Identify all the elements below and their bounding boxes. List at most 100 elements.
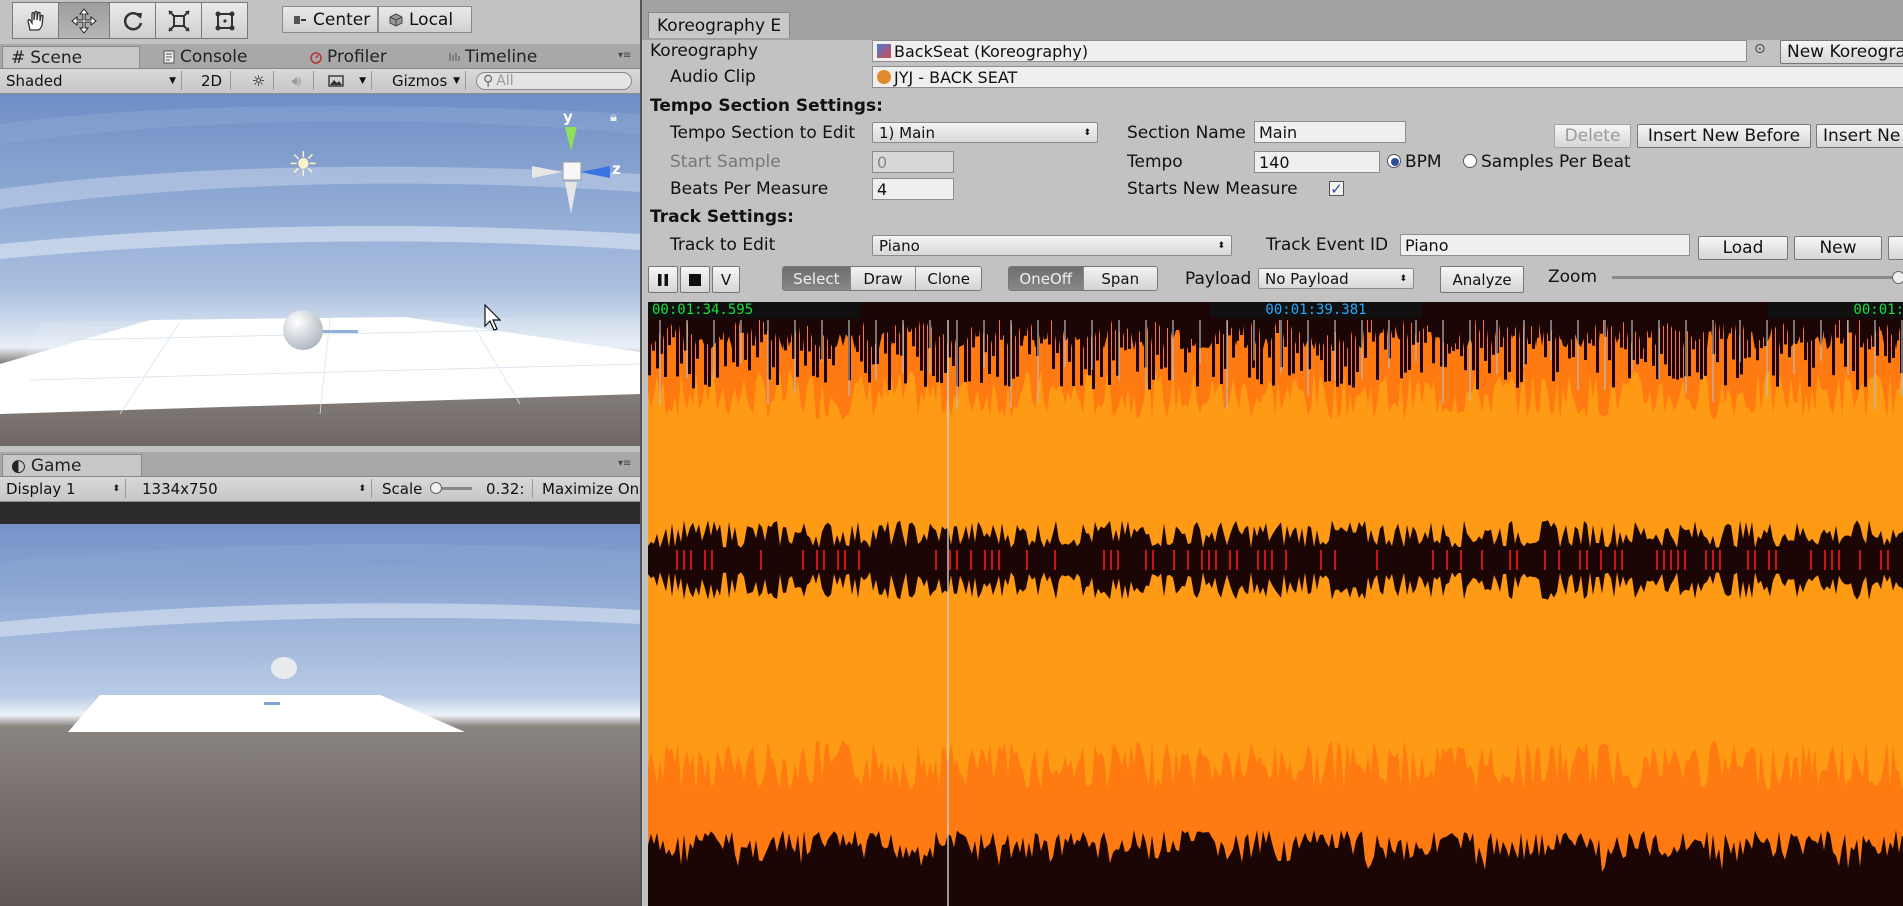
analyze-button[interactable]: Analyze xyxy=(1440,266,1524,293)
new-koreography-button[interactable]: New Koreogra xyxy=(1780,40,1903,64)
delete-section-button[interactable]: Delete xyxy=(1554,124,1631,148)
waveform-graphic[interactable] xyxy=(648,320,1903,906)
rect-icon xyxy=(213,9,237,33)
tab-game[interactable]: ◐ Game xyxy=(2,454,142,476)
pane-menu-icon[interactable]: ▾≡ xyxy=(618,50,631,61)
gizmos-dropdown[interactable]: Gizmos ▼ xyxy=(386,71,466,90)
maximize-label: Maximize On xyxy=(542,479,640,498)
zoom-slider[interactable] xyxy=(1612,271,1903,284)
clone-mode-button[interactable]: Clone xyxy=(916,267,981,290)
scale-slider-thumb[interactable] xyxy=(430,482,442,494)
game-viewport[interactable] xyxy=(0,502,640,906)
event-type-selector: OneOff Span xyxy=(1008,266,1158,291)
samples-per-beat-label: Samples Per Beat xyxy=(1481,152,1631,172)
track-settings-header: Track Settings: xyxy=(650,207,794,227)
chevron-updown-icon: ⬍ xyxy=(1217,240,1225,251)
editor-tab-strip: Koreography E xyxy=(642,0,1903,40)
insert-new-before-button[interactable]: Insert New Before xyxy=(1637,124,1811,148)
pane-menu-icon[interactable]: ▾≡ xyxy=(618,458,631,469)
track-event-id-input[interactable]: Piano xyxy=(1400,234,1690,256)
audio-clip-object-field[interactable]: JYJ - BACK SEAT xyxy=(872,66,1903,88)
rotate-icon xyxy=(121,9,145,33)
pause-button[interactable] xyxy=(648,266,678,293)
rect-tool-button[interactable] xyxy=(201,2,248,39)
draw-mode-button[interactable]: Draw xyxy=(850,267,917,290)
resolution-dropdown[interactable]: 1334x750 ⬍ xyxy=(136,479,372,498)
tempo-section-dropdown[interactable]: 1) Main ⬍ xyxy=(872,122,1098,143)
analyze-label: Analyze xyxy=(1452,270,1512,289)
scale-label: Scale xyxy=(382,479,423,498)
samples-per-beat-radio[interactable] xyxy=(1463,154,1477,168)
lighting-toggle[interactable]: ☼ xyxy=(244,71,274,90)
starts-new-measure-checkbox[interactable]: ✓ xyxy=(1329,181,1344,197)
load-track-button[interactable]: Load xyxy=(1698,236,1788,260)
2d-toggle[interactable]: 2D xyxy=(193,71,231,90)
koreography-asset-icon xyxy=(877,44,891,58)
delete-label: Delete xyxy=(1564,126,1621,146)
tab-profiler-label: Profiler xyxy=(327,47,387,67)
track-event-id-value: Piano xyxy=(1405,235,1449,255)
scene-orientation-gizmo[interactable]: y z 🔒︎ xyxy=(510,94,630,224)
stop-icon xyxy=(688,273,702,287)
scale-icon xyxy=(167,9,191,33)
tab-profiler[interactable]: Profiler xyxy=(302,46,395,68)
move-icon xyxy=(71,7,97,34)
effects-dropdown[interactable]: ▼ xyxy=(322,71,372,90)
lock-icon[interactable]: 🔒︎ xyxy=(610,110,617,125)
display-dropdown[interactable]: Display 1 ⬍ xyxy=(0,479,126,498)
scene-viewport[interactable]: ☀ y z 🔒︎ xyxy=(0,94,640,446)
select-mode-button[interactable]: Select xyxy=(783,267,851,290)
pivot-local-button[interactable]: Local xyxy=(378,6,472,33)
v-toggle-button[interactable]: V xyxy=(712,266,740,293)
audio-toggle[interactable]: 🔊︎ xyxy=(280,71,314,90)
zoom-slider-thumb[interactable] xyxy=(1892,271,1903,284)
tab-console[interactable]: Console xyxy=(155,46,256,68)
new-label: New xyxy=(1819,238,1857,258)
scale-tool-button[interactable] xyxy=(155,2,202,39)
payload-value: No Payload xyxy=(1265,269,1349,288)
track-to-edit-dropdown[interactable]: Piano ⬍ xyxy=(872,235,1232,256)
new-track-button[interactable]: New xyxy=(1794,236,1882,260)
oneoff-mode-button[interactable]: OneOff xyxy=(1009,267,1084,290)
game-toolbar: Display 1 ⬍ 1334x750 ⬍ Scale 0.32: Maximiz… xyxy=(0,477,640,502)
payload-dropdown[interactable]: No Payload ⬍ xyxy=(1258,268,1414,289)
shading-mode-dropdown[interactable]: Shaded ▼ xyxy=(0,71,182,90)
start-sample-input[interactable]: 0 xyxy=(872,151,954,173)
move-tool-button[interactable] xyxy=(58,2,110,39)
hand-tool-button[interactable] xyxy=(12,2,59,39)
insert-before-label: Insert New Before xyxy=(1647,126,1801,146)
maximize-on-play-toggle[interactable]: Maximize On xyxy=(536,479,640,498)
object-picker-icon[interactable]: ⊙ xyxy=(1754,41,1766,57)
bpm-radio[interactable] xyxy=(1387,154,1401,168)
pivot-center-button[interactable]: Center xyxy=(282,6,378,33)
section-name-input[interactable]: Main xyxy=(1254,121,1406,143)
span-mode-button[interactable]: Span xyxy=(1083,267,1157,290)
timeline-icon xyxy=(448,51,460,63)
scale-slider[interactable] xyxy=(430,482,472,494)
tab-timeline[interactable]: Timeline xyxy=(440,46,545,68)
scene-search-field[interactable]: ⚲ All xyxy=(476,72,632,90)
draw-label: Draw xyxy=(863,269,903,288)
pause-icon xyxy=(656,273,670,287)
timecode-middle: 00:01:39.381 xyxy=(1210,302,1422,318)
stop-button[interactable] xyxy=(680,266,710,293)
local-cube-icon xyxy=(389,12,403,27)
more-track-button[interactable] xyxy=(1888,236,1903,260)
tab-scene[interactable]: # Scene xyxy=(2,46,140,68)
koreography-object-field[interactable]: BackSeat (Koreography) xyxy=(872,40,1747,62)
tempo-input[interactable]: 140 xyxy=(1254,151,1380,173)
waveform-timeline[interactable]: 00:01:34.595 00:01:39.381 00:01: xyxy=(648,302,1903,906)
sphere-object[interactable] xyxy=(283,310,323,350)
rotate-tool-button[interactable] xyxy=(109,2,156,39)
game-icon: ◐ xyxy=(11,455,26,476)
starts-new-measure-label: Starts New Measure xyxy=(1127,179,1298,199)
chevron-updown-icon: ⬍ xyxy=(1399,273,1407,284)
resolution-value: 1334x750 xyxy=(142,479,218,498)
beats-per-measure-input[interactable]: 4 xyxy=(872,178,954,200)
new-koreography-label: New Koreogra xyxy=(1787,42,1903,62)
profiler-icon xyxy=(310,50,322,64)
insert-new-after-button[interactable]: Insert Ne xyxy=(1816,124,1903,148)
local-label: Local xyxy=(409,9,454,30)
tab-koreography-editor[interactable]: Koreography E xyxy=(648,12,791,38)
directional-light-sun-icon[interactable]: ☀ xyxy=(288,148,318,182)
